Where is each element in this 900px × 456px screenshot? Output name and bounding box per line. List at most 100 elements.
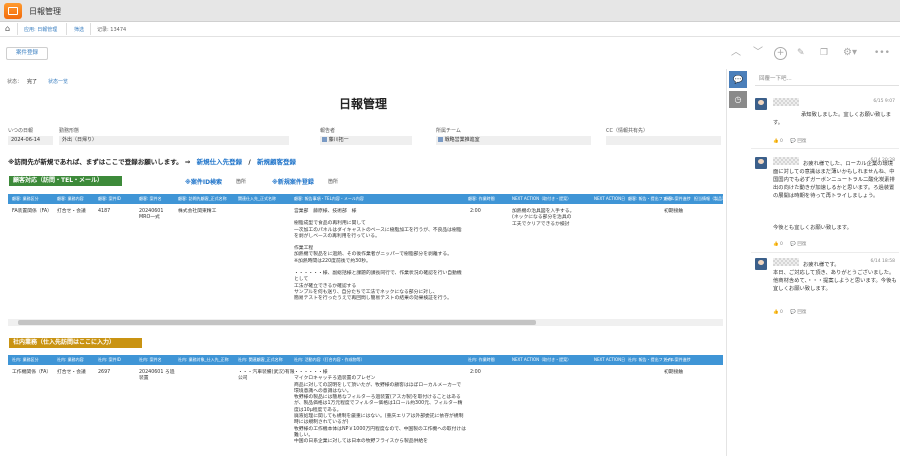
add-icon[interactable]: + — [774, 47, 787, 60]
status-label: 状态： — [7, 79, 23, 85]
reply-link[interactable]: 回復 — [797, 139, 806, 144]
case-id-unit: 箇所 — [236, 179, 247, 185]
page-title: 日報管理 — [338, 97, 387, 111]
team-icon — [438, 137, 443, 142]
record-detail: 日報管理 いつの日報 2024-06-14 勤務形態 外出（日帰り） 報告者 藤… — [0, 89, 726, 456]
reply-icon[interactable]: 💬 — [790, 242, 796, 247]
edit-icon[interactable]: ✎ — [797, 47, 805, 59]
col-case-id: 社内: 案件ID — [98, 357, 121, 362]
breadcrumb-app[interactable]: 应用: 日報管理 — [24, 26, 57, 33]
status-value: 完了 — [27, 79, 38, 85]
chevron-down-icon[interactable]: ﹀ — [753, 47, 763, 59]
cc-label: CC（情報共有先） — [606, 128, 648, 134]
chevron-up-icon[interactable]: ︿ — [731, 47, 741, 59]
team-label: 所属チーム — [436, 128, 461, 134]
row-progress: 初期接触 — [664, 370, 684, 375]
like-icon[interactable]: 👍 — [773, 242, 779, 247]
activity-line: 牧野様の製品には簡易なフィルターろ過装置(アスカ製)を取付けることはあるが、製品… — [294, 395, 463, 413]
new-case-link[interactable]: ※新規案件登録 — [272, 177, 314, 186]
scrollbar-thumb[interactable] — [18, 320, 536, 325]
row-case-name: 20240601 MRO一式 — [139, 209, 164, 221]
avatar — [755, 157, 767, 169]
comment-input[interactable]: 回覆一下吧... — [755, 72, 899, 86]
reply-link[interactable]: 回復 — [797, 242, 806, 247]
section-internal-header: 社内業務（仕入先訪問はここに入力） — [9, 338, 142, 348]
case-id-search-link[interactable]: ※案件ID検索 — [185, 177, 222, 186]
row-customer-link[interactable]: 株式会社関東精工 — [178, 209, 233, 215]
new-case-unit: 箇所 — [328, 179, 339, 185]
like-count: 0 — [780, 310, 783, 315]
internal-table-header: 社内: 業務区分 社内: 業務内容 社内: 案件ID 社内: 案件名 社内: 業… — [8, 355, 723, 365]
row-supplier-link[interactable]: ・・・汽車装備(武汉)有限公司 — [238, 370, 296, 383]
activity-line: 商品に対しての説明をして頂いたが、牧野様の顧客はほぼローカルメーカーで環境意識へ… — [294, 382, 462, 394]
comment-body: 承知致しました。宜しくお願い致します。 — [773, 112, 892, 126]
gear-icon[interactable]: ⚙▾ — [843, 47, 857, 59]
toolbar: 案件登録 ︿ ﹀ + ✎ ❐ ⚙▾ ••• — [0, 37, 900, 69]
date-label: いつの日報 — [8, 128, 34, 134]
col-content: 顧客: 業務内容 — [57, 196, 84, 201]
window-titlebar: 日報管理 — [0, 0, 900, 22]
date-field[interactable]: 2024-06-14 — [8, 136, 53, 145]
avatar — [755, 258, 767, 270]
home-icon[interactable]: ⌂ — [5, 24, 10, 33]
col-case-name: 顧客: 案件名 — [139, 196, 162, 201]
col-next-action: NEXT ACTION（取付き・提案） — [512, 196, 572, 201]
comment-divider — [751, 252, 899, 253]
like-icon[interactable]: 👍 — [773, 139, 779, 144]
comment-actions: 👍 0 💬 回復 — [773, 241, 806, 247]
customer-table-header: 顧客: 業務区分 顧客: 業務内容 顧客: 案件ID 顧客: 案件名 顧客: 訪… — [8, 194, 723, 204]
row-case-name: 20240601 ろ過装置 — [139, 370, 175, 382]
comment-body: 今後とも宜しくお願い致します。 — [773, 225, 852, 231]
like-icon[interactable]: 👍 — [773, 310, 779, 315]
activity-line: 廃液処理に関しても規制を厳重にはない。(重庆エリアは外部委託に依存が規制時には規… — [294, 414, 464, 426]
col-supplier: 社内: 業務対象_仕入先_正称 — [178, 357, 229, 362]
team-field[interactable]: 戦略営業推進室 — [436, 136, 591, 145]
new-customer-link[interactable]: 新規顧客登録 — [257, 158, 296, 166]
col-contact: 担当情報（製品事業所） — [694, 196, 723, 201]
row-content: 打合せ・会議 — [57, 370, 86, 375]
row-next-action: 加熱機の治具図を入手する。 (ネックになる部分を治具の 工夫でクリアできるか検討 — [512, 209, 592, 228]
comment-icon[interactable]: 💬 — [729, 71, 747, 88]
row-case-id-link[interactable]: 4187 — [98, 209, 110, 215]
register-case-button[interactable]: 案件登録 — [6, 47, 48, 60]
row-progress: 初期接触 — [664, 209, 684, 214]
comment-item: 6/15 9:07 承知致しました。宜しくお願い致します。 👍 0 💬 回復 — [751, 98, 899, 150]
activity-line: 中国の日系企業に対しては日本の牧野フライスから製品供給を — [294, 439, 428, 445]
reply-icon[interactable]: 💬 — [790, 139, 796, 144]
reply-icon[interactable]: 💬 — [790, 310, 796, 315]
notice-slash: / — [248, 158, 251, 166]
table-horizontal-scrollbar[interactable] — [8, 319, 723, 326]
row-activity: ・・・・・・様 マイクロキャッチろ過装置のプレゼン 商品に対しての説明をして頂い… — [294, 370, 466, 446]
col-next-action: NEXT ACTION（取付き・提案） — [512, 357, 572, 362]
new-supplier-link[interactable]: 新規仕入先登録 — [197, 158, 243, 166]
copy-icon[interactable]: ❐ — [820, 47, 828, 59]
history-icon[interactable]: ◷ — [729, 91, 747, 108]
comment-divider — [751, 148, 899, 149]
comment-time: 6/15 9:07 — [873, 99, 895, 104]
user-icon — [322, 137, 327, 142]
status-list-link[interactable]: 状态一览 — [48, 78, 68, 85]
reply-link[interactable]: 回復 — [797, 310, 806, 315]
activity-line: 牧野様の工作機本体はNP￥1000万円程度なので、中国製の工作機への取付けは難し… — [294, 426, 467, 438]
col-content: 社内: 業務内容 — [57, 357, 84, 362]
report-line: ・・・・・・様、副総括様と課題的課長同行で、作業状況の確認を行い自動機として — [294, 271, 462, 283]
next-action-line: 工夫でクリアできるか検討 — [512, 221, 570, 227]
breadcrumb-filter[interactable]: 筛选 — [74, 26, 84, 33]
row-report: 営業部 藤原様、技術部 様 樹脂成型で食品の再利用に関して 一次加工のパネルはダ… — [294, 209, 464, 303]
app-logo-icon — [4, 3, 22, 19]
col-progress: 社内: 案件進捗 — [664, 357, 691, 362]
cc-field[interactable] — [606, 136, 721, 145]
row-category: FA装置関係（FA） — [12, 209, 52, 214]
reporter-label: 報告者 — [320, 128, 336, 134]
col-activity: 社内: 活動内容（打合内容・作成物等） — [294, 357, 365, 362]
row-case-id-link[interactable]: 2697 — [98, 370, 110, 376]
col-next-action-date: NEXT ACTION日 — [594, 196, 626, 201]
avatar — [755, 98, 767, 110]
col-customer: 顧客: 訪問先顧客_正式名称 — [178, 196, 227, 201]
reporter-field[interactable]: 藤川拓一 — [320, 136, 412, 145]
comment-panel: 💬 ◷ 回覆一下吧... 6/15 9:07 承知致しました。宜しくお願い致しま… — [726, 69, 900, 456]
row-worktime: 2:00 — [470, 209, 481, 214]
worktype-field[interactable]: 外出（日帰り） — [59, 136, 289, 145]
more-icon[interactable]: ••• — [874, 47, 890, 59]
app-title: 日報管理 — [29, 7, 61, 16]
